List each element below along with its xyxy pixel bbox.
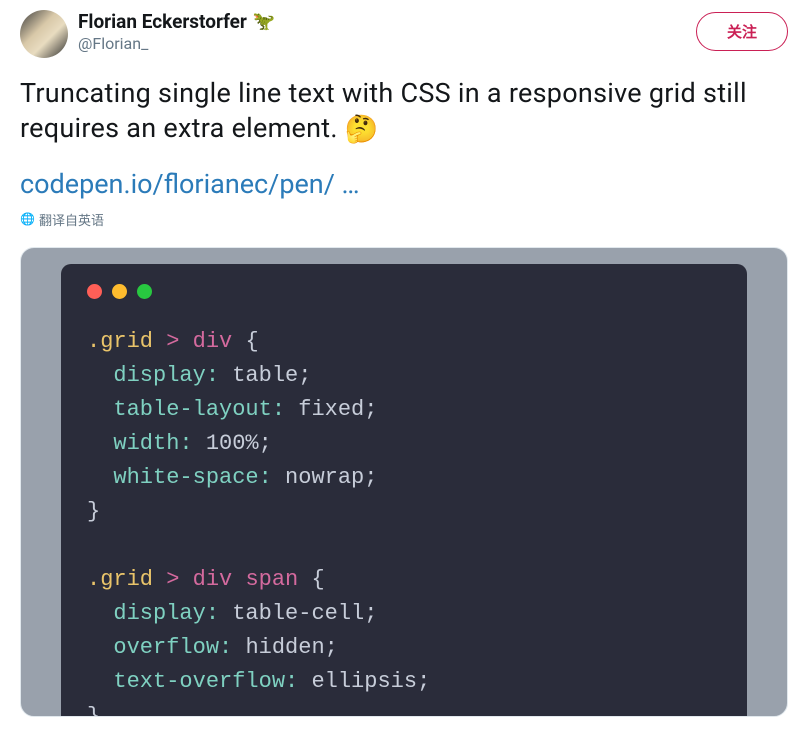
trex-icon: 🦖: [253, 11, 275, 32]
code-card: .grid > div { display: table; table-layo…: [61, 264, 747, 716]
code-image[interactable]: .grid > div { display: table; table-layo…: [20, 247, 788, 717]
blank-line: [87, 529, 721, 563]
code-line: width: 100%;: [87, 427, 721, 461]
code-line: display: table-cell;: [87, 597, 721, 631]
code-line: text-overflow: ellipsis;: [87, 665, 721, 699]
author-names: Florian Eckerstorfer 🦖 @Florian_: [78, 10, 696, 53]
zoom-dot-icon: [137, 284, 152, 299]
handle[interactable]: @Florian_: [78, 34, 696, 53]
code-line: white-space: nowrap;: [87, 461, 721, 495]
avatar[interactable]: [20, 10, 68, 58]
code-line: .grid > div span {: [87, 563, 721, 597]
tweet-content: Truncating single line text with CSS in …: [20, 76, 788, 717]
translate-row[interactable]: 🌐 翻译自英语: [20, 210, 788, 229]
tweet-container: Florian Eckerstorfer 🦖 @Florian_ 关注 Trun…: [0, 0, 808, 717]
globe-icon: 🌐: [20, 212, 35, 226]
code-line: display: table;: [87, 359, 721, 393]
code-line: }: [87, 700, 721, 717]
display-name-text: Florian Eckerstorfer: [78, 10, 247, 33]
thinking-face-icon: 🤔: [345, 112, 379, 147]
code-line: .grid > div {: [87, 325, 721, 359]
minimize-dot-icon: [112, 284, 127, 299]
translate-label: 翻译自英语: [39, 210, 104, 229]
tweet-text-body: Truncating single line text with CSS in …: [20, 77, 747, 144]
code-line: overflow: hidden;: [87, 631, 721, 665]
tweet-header: Florian Eckerstorfer 🦖 @Florian_ 关注: [20, 10, 788, 58]
display-name[interactable]: Florian Eckerstorfer 🦖: [78, 10, 696, 33]
code-line: }: [87, 495, 721, 529]
code-line: table-layout: fixed;: [87, 393, 721, 427]
close-dot-icon: [87, 284, 102, 299]
window-dots: [87, 284, 721, 299]
follow-button[interactable]: 关注: [696, 12, 788, 51]
tweet-text: Truncating single line text with CSS in …: [20, 76, 788, 148]
tweet-link[interactable]: codepen.io/florianec/pen/ …: [20, 168, 788, 200]
